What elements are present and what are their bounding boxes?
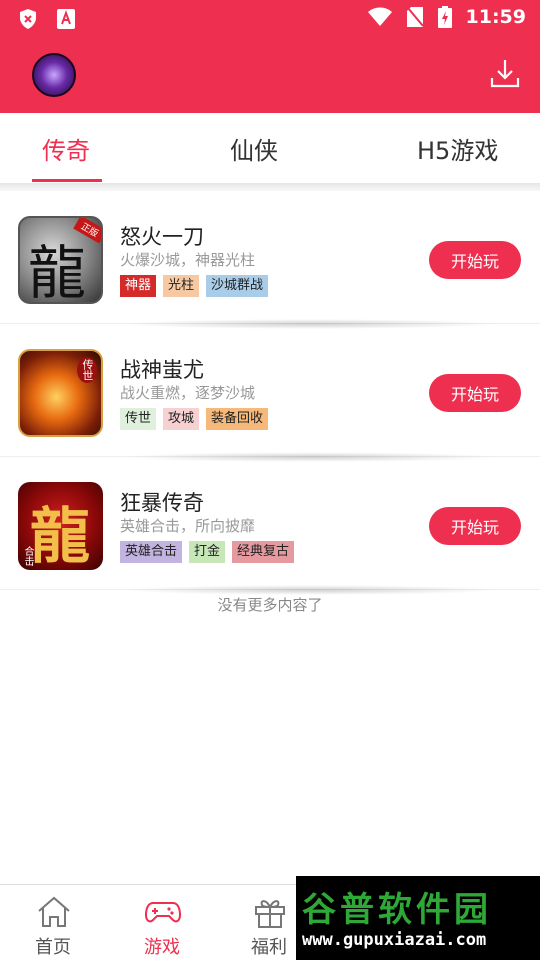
gamepad-icon bbox=[145, 902, 181, 923]
download-icon[interactable] bbox=[490, 58, 520, 90]
game-tag: 沙城群战 bbox=[206, 275, 269, 297]
active-tab-indicator bbox=[32, 179, 102, 182]
wifi-icon bbox=[367, 7, 392, 26]
watermark: 谷普软件园 www.gupuxiazai.com bbox=[296, 876, 540, 960]
section-divider bbox=[0, 183, 540, 191]
game-tag: 英雄合击 bbox=[120, 541, 183, 563]
game-subtitle: 战火重燃，逐梦沙城 bbox=[120, 384, 256, 402]
game-icon: 龍 合击 bbox=[18, 482, 103, 570]
game-tags: 英雄合击 打金 经典复古 bbox=[120, 541, 295, 563]
play-button[interactable]: 开始玩 bbox=[429, 507, 521, 545]
game-row[interactable]: 龍 正版 怒火一刀 火爆沙城，神器光柱 神器 光柱 沙城群战 开始玩 bbox=[0, 191, 540, 324]
game-tag: 光柱 bbox=[163, 275, 200, 297]
game-tag: 神器 bbox=[120, 275, 157, 297]
gift-icon bbox=[255, 900, 285, 928]
game-row[interactable]: 龍 合击 狂暴传奇 英雄合击，所向披靡 英雄合击 打金 经典复古 开始玩 bbox=[0, 457, 540, 590]
game-tag: 装备回收 bbox=[206, 408, 269, 430]
play-button[interactable]: 开始玩 bbox=[429, 374, 521, 412]
game-icon-glyph: 龍 bbox=[28, 239, 87, 304]
game-title: 狂暴传奇 bbox=[120, 491, 204, 515]
app-header: 11:59 bbox=[0, 0, 540, 113]
game-row[interactable]: 传世 战神蚩尤 战火重燃，逐梦沙城 传世 攻城 装备回收 开始玩 bbox=[0, 324, 540, 457]
game-icon: 龍 正版 bbox=[18, 216, 103, 304]
game-tags: 传世 攻城 装备回收 bbox=[120, 408, 269, 430]
game-tag: 传世 bbox=[120, 408, 157, 430]
status-time: 11:59 bbox=[465, 6, 526, 28]
watermark-url: www.gupuxiazai.com bbox=[302, 930, 487, 950]
no-more-content: 没有更多内容了 bbox=[217, 596, 323, 614]
shield-close-icon bbox=[20, 9, 36, 29]
tab-chuanqi[interactable]: 传奇 bbox=[42, 131, 90, 166]
game-icon-badge: 合击 bbox=[22, 546, 33, 566]
game-tag: 打金 bbox=[189, 541, 226, 563]
play-button[interactable]: 开始玩 bbox=[429, 241, 521, 279]
game-icon-badge: 传世 bbox=[77, 357, 97, 383]
home-icon bbox=[38, 896, 70, 927]
game-tag: 攻城 bbox=[163, 408, 200, 430]
game-icon: 传世 bbox=[18, 349, 103, 437]
text-app-icon bbox=[57, 9, 75, 29]
watermark-title: 谷普软件园 bbox=[302, 890, 492, 930]
nav-label: 游戏 bbox=[144, 937, 180, 958]
game-title: 战神蚩尤 bbox=[120, 358, 204, 382]
game-tags: 神器 光柱 沙城群战 bbox=[120, 275, 269, 297]
nav-label: 首页 bbox=[35, 937, 71, 958]
no-sim-icon bbox=[406, 7, 424, 27]
tab-xianxia[interactable]: 仙侠 bbox=[230, 131, 278, 166]
nav-games[interactable]: 游戏 bbox=[117, 885, 207, 960]
game-tag: 经典复古 bbox=[232, 541, 295, 563]
tab-h5-games[interactable]: H5游戏 bbox=[417, 131, 498, 166]
nav-home[interactable]: 首页 bbox=[8, 885, 98, 960]
category-tabs: 传奇 仙侠 H5游戏 bbox=[0, 113, 540, 183]
game-title: 怒火一刀 bbox=[120, 225, 204, 249]
avatar[interactable] bbox=[32, 53, 76, 97]
battery-charging-icon bbox=[437, 6, 452, 28]
game-subtitle: 火爆沙城，神器光柱 bbox=[120, 251, 256, 269]
game-icon-glyph: 龍 bbox=[30, 502, 90, 570]
status-bar: 11:59 bbox=[0, 0, 540, 36]
game-subtitle: 英雄合击，所向披靡 bbox=[120, 517, 256, 535]
